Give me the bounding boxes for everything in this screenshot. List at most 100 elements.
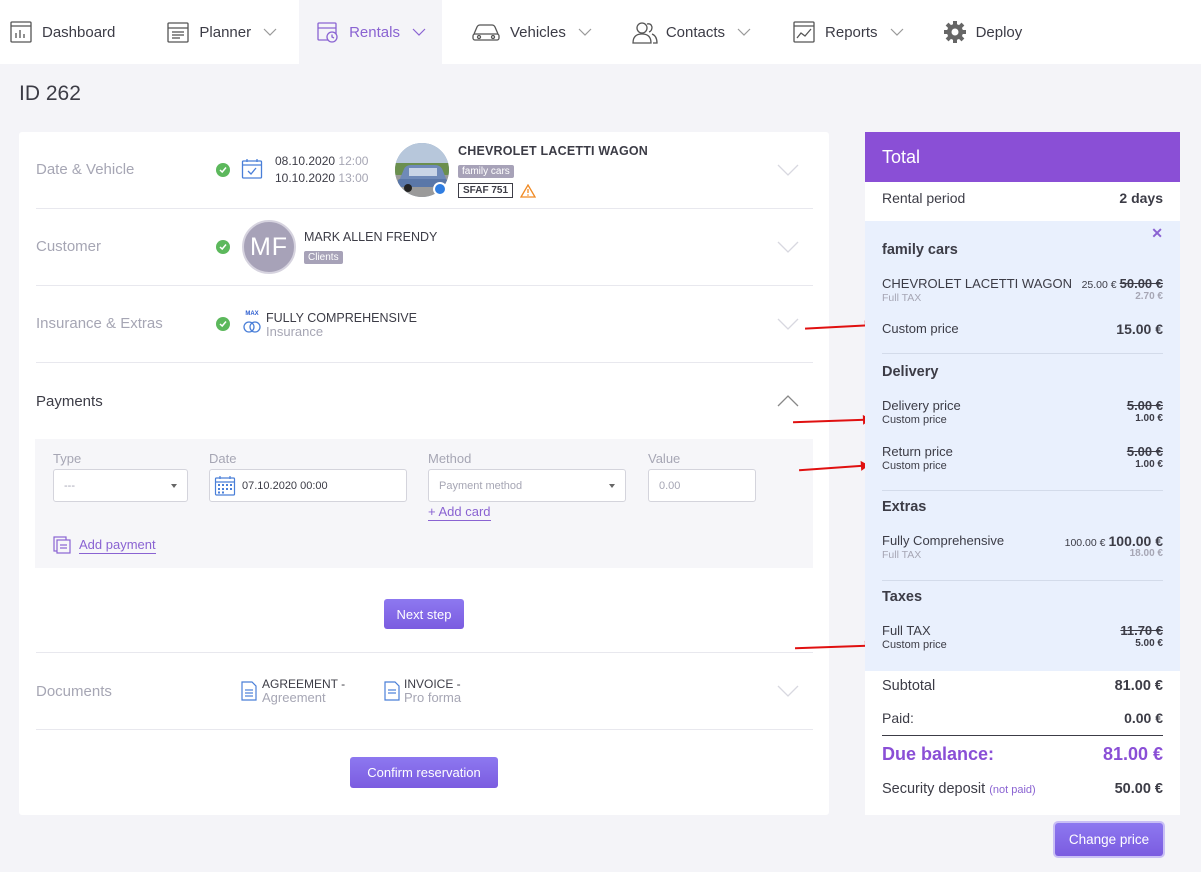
type-select[interactable]: ---: [53, 469, 188, 502]
line-custom-value: 1.00 €: [1135, 413, 1163, 424]
subtotal-value: 81.00 €: [1114, 678, 1163, 694]
value-label: Value: [648, 451, 681, 466]
divider: [882, 353, 1163, 354]
line-old-price: 5.00 €: [1126, 398, 1163, 413]
gear-icon: [942, 19, 968, 45]
warning-icon[interactable]: [520, 183, 537, 198]
nav-reports[interactable]: Reports: [777, 0, 918, 64]
due-label: Due balance:: [882, 744, 995, 764]
line-unit-price: 100.00 €: [1064, 537, 1106, 549]
doc-subtitle: Agreement: [262, 690, 326, 705]
chevron-down-icon[interactable]: [777, 685, 799, 697]
nav-label: Contacts: [665, 23, 726, 41]
nav-planner[interactable]: Planner: [151, 0, 291, 64]
nav-deploy[interactable]: Deploy: [928, 0, 1037, 64]
line-tax-value: 18.00 €: [1129, 548, 1163, 559]
due-balance-row: Due balance: 81.00 €: [882, 744, 1163, 765]
line-sub: Custom price: [882, 639, 947, 651]
section-date-vehicle[interactable]: Date & Vehicle 08.10.2020 12:00 10.10.20…: [36, 132, 813, 209]
add-payment-link[interactable]: Add payment: [79, 537, 156, 554]
line-tax-label: Full TAX: [882, 292, 922, 304]
document-agreement[interactable]: AGREEMENT - Agreement: [262, 678, 345, 705]
change-price-button[interactable]: Change price: [1055, 823, 1163, 856]
nav-label: Dashboard: [42, 23, 116, 41]
section-label: Date & Vehicle: [36, 161, 135, 178]
top-nav: Dashboard Planner Rentals Vehicles Conta…: [0, 0, 1201, 64]
customer-name: MARK ALLEN FRENDY: [304, 230, 438, 244]
confirm-reservation-button[interactable]: Confirm reservation: [350, 757, 498, 788]
chevron-down-icon: [890, 25, 904, 39]
line-sub: Custom price: [882, 460, 947, 472]
line-label: Fully Comprehensive: [882, 533, 1005, 548]
doc-subtitle: Pro forma: [404, 690, 462, 705]
start-time: 12:00: [338, 154, 369, 168]
deposit-status: (not paid): [989, 784, 1036, 796]
chevron-up-icon[interactable]: [777, 395, 799, 407]
customer-info: MARK ALLEN FRENDY Clients: [304, 230, 437, 265]
insurance-info: FULLY COMPREHENSIVE Insurance: [266, 311, 417, 339]
chevron-down-icon: [412, 25, 426, 39]
end-time: 13:00: [338, 171, 369, 185]
method-label: Method: [428, 451, 472, 466]
taxes-title: Taxes: [882, 589, 923, 605]
section-documents[interactable]: Documents AGREEMENT - Agreement INVOICE …: [36, 653, 813, 730]
chevron-down-icon[interactable]: [777, 164, 799, 176]
line-custom-value: 5.00 €: [1135, 638, 1163, 649]
section-label: Documents: [36, 683, 112, 700]
nav-contacts[interactable]: Contacts: [618, 0, 765, 64]
nav-dashboard[interactable]: Dashboard: [0, 0, 129, 64]
vehicle-price-line: CHEVROLET LACETTI WAGON Full TAX 25.00 €…: [882, 276, 1163, 304]
chevron-down-icon[interactable]: [777, 241, 799, 253]
line-custom-value: 1.00 €: [1135, 459, 1163, 470]
rental-period-row: Rental period 2 days: [882, 190, 1163, 206]
customer-tag: Clients: [304, 251, 343, 264]
divider: [882, 735, 1163, 736]
check-icon: [216, 240, 230, 254]
extras-line: Fully Comprehensive Full TAX 100.00 €100…: [882, 533, 1163, 561]
rental-dates: 08.10.2020 12:00 10.10.2020 13:00: [275, 153, 368, 187]
section-insurance[interactable]: Insurance & Extras MAX FULLY COMPREHENSI…: [36, 286, 813, 363]
section-customer[interactable]: Customer MF MARK ALLEN FRENDY Clients: [36, 209, 813, 286]
insurance-badge: MAX: [245, 311, 259, 317]
add-payment-icon[interactable]: [53, 536, 71, 559]
custom-price-line: Custom price 15.00 €: [882, 321, 1163, 337]
divider: [882, 580, 1163, 581]
insurance-subtitle: Insurance: [266, 324, 324, 339]
method-placeholder: Payment method: [439, 479, 523, 492]
dashboard-icon: [8, 19, 34, 45]
calendar-icon: [241, 158, 263, 185]
next-step-button[interactable]: Next step: [384, 599, 464, 629]
paid-row: Paid: 0.00 €: [882, 710, 1163, 726]
payment-form: Type --- Date 07.10.2020 00:00 Method Pa…: [35, 439, 813, 568]
value-input[interactable]: 0.00: [648, 469, 756, 502]
line-sub: Custom price: [882, 414, 947, 426]
calendar-icon: [214, 475, 236, 497]
date-value: 07.10.2020 00:00: [242, 479, 328, 492]
nav-label: Deploy: [975, 23, 1023, 41]
nav-label: Planner: [199, 23, 252, 41]
total-panel: Total Rental period 2 days ✕ family cars…: [865, 132, 1180, 815]
reports-icon: [791, 19, 817, 45]
insurance-title: FULLY COMPREHENSIVE: [266, 311, 417, 325]
nav-label: Rentals: [349, 23, 400, 41]
return-price-line: Return price Custom price 5.00 € 1.00 €: [882, 444, 1163, 472]
check-icon: [216, 163, 230, 177]
subtotal-label: Subtotal: [882, 678, 936, 694]
date-input[interactable]: 07.10.2020 00:00: [209, 469, 407, 502]
chevron-down-icon: [263, 25, 277, 39]
add-card-link[interactable]: + Add card: [428, 504, 491, 521]
type-label: Type: [53, 451, 82, 466]
nav-vehicles[interactable]: Vehicles: [456, 0, 606, 64]
section-label: Customer: [36, 238, 102, 255]
document-invoice[interactable]: INVOICE - Pro forma: [404, 678, 462, 705]
price-breakdown: ✕ family cars CHEVROLET LACETTI WAGON Fu…: [865, 221, 1180, 671]
total-title: Total: [865, 132, 1180, 182]
due-value: 81.00 €: [1102, 744, 1163, 764]
insurance-icon: MAX: [242, 311, 262, 335]
date-label: Date: [209, 451, 237, 466]
method-select[interactable]: Payment method: [428, 469, 626, 502]
nav-rentals[interactable]: Rentals: [299, 0, 442, 64]
nav-label: Vehicles: [509, 23, 566, 41]
close-icon[interactable]: ✕: [1151, 225, 1163, 242]
chevron-down-icon[interactable]: [777, 318, 799, 330]
